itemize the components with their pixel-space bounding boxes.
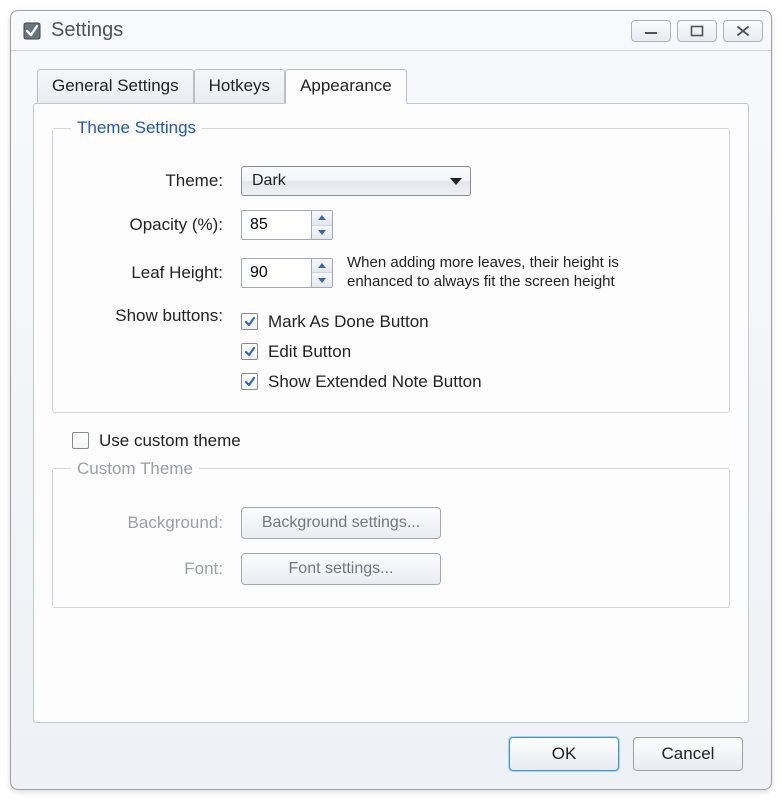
mark-done-label: Mark As Done Button xyxy=(268,312,429,332)
close-button[interactable] xyxy=(723,20,763,42)
tab-body-appearance: Theme Settings Theme: Dark Opacity (%): xyxy=(33,103,749,723)
ext-note-checkbox[interactable] xyxy=(241,373,258,390)
ok-button[interactable]: OK xyxy=(509,737,619,771)
leaf-height-stepper[interactable] xyxy=(241,258,333,288)
leaf-height-arrows xyxy=(311,258,333,288)
cancel-button[interactable]: Cancel xyxy=(633,737,743,771)
opacity-down[interactable] xyxy=(312,226,332,240)
chevron-down-icon xyxy=(318,278,326,283)
opacity-arrows xyxy=(311,210,333,240)
chevron-up-icon xyxy=(318,215,326,220)
tab-hotkeys[interactable]: Hotkeys xyxy=(194,69,285,104)
show-buttons-label: Show buttons: xyxy=(71,306,241,326)
leaf-height-down[interactable] xyxy=(312,273,332,287)
titlebar: Settings xyxy=(11,11,771,51)
tab-general[interactable]: General Settings xyxy=(37,69,194,104)
leaf-height-up[interactable] xyxy=(312,259,332,274)
tab-appearance[interactable]: Appearance xyxy=(285,69,407,104)
opacity-label: Opacity (%): xyxy=(71,215,241,235)
custom-theme-legend: Custom Theme xyxy=(71,459,199,479)
dialog-footer: OK Cancel xyxy=(33,723,749,775)
mark-done-checkbox[interactable] xyxy=(241,313,258,330)
chevron-up-icon xyxy=(318,263,326,268)
chevron-down-icon xyxy=(318,230,326,235)
window-title: Settings xyxy=(51,19,625,42)
background-label: Background: xyxy=(71,513,241,533)
font-settings-button[interactable]: Font settings... xyxy=(241,553,441,585)
ext-note-label: Show Extended Note Button xyxy=(268,372,482,392)
opacity-stepper[interactable] xyxy=(241,210,333,240)
font-label: Font: xyxy=(71,559,241,579)
background-settings-button[interactable]: Background settings... xyxy=(241,507,441,539)
client-area: General Settings Hotkeys Appearance Them… xyxy=(11,51,771,789)
chevron-down-icon xyxy=(450,178,462,185)
app-icon xyxy=(23,22,41,40)
leaf-height-label: Leaf Height: xyxy=(71,263,241,283)
theme-settings-legend: Theme Settings xyxy=(71,118,202,138)
show-buttons-checks: Mark As Done Button Edit Button Show Ext… xyxy=(241,306,482,394)
maximize-button[interactable] xyxy=(677,20,717,42)
theme-select[interactable]: Dark xyxy=(241,166,471,196)
theme-settings-group: Theme Settings Theme: Dark Opacity (%): xyxy=(52,118,730,413)
theme-label: Theme: xyxy=(71,171,241,191)
opacity-up[interactable] xyxy=(312,211,332,226)
settings-window: Settings General Settings Hotkeys Appear… xyxy=(10,10,772,790)
use-custom-theme-label: Use custom theme xyxy=(99,431,241,451)
edit-checkbox[interactable] xyxy=(241,343,258,360)
theme-select-value: Dark xyxy=(252,172,286,190)
use-custom-theme-checkbox[interactable] xyxy=(72,432,89,449)
leaf-height-hint: When adding more leaves, their height is… xyxy=(347,254,667,292)
custom-theme-group: Custom Theme Background: Background sett… xyxy=(52,459,730,608)
leaf-height-input[interactable] xyxy=(241,258,311,288)
edit-label: Edit Button xyxy=(268,342,351,362)
minimize-button[interactable] xyxy=(631,20,671,42)
opacity-input[interactable] xyxy=(241,210,311,240)
tab-strip: General Settings Hotkeys Appearance xyxy=(37,69,749,104)
